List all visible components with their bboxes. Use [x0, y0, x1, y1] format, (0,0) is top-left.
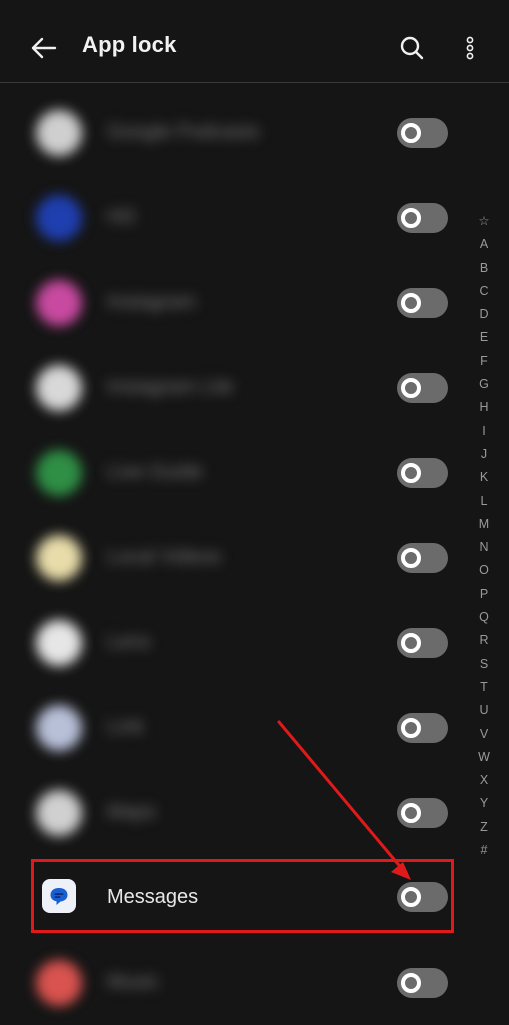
lock-toggle[interactable]	[397, 118, 448, 148]
index-letter[interactable]: J	[472, 443, 496, 466]
index-letter[interactable]: C	[472, 280, 496, 303]
back-button[interactable]	[26, 30, 62, 66]
chat-bubble-icon	[50, 888, 68, 905]
index-letter[interactable]: S	[472, 653, 496, 676]
lock-toggle[interactable]	[397, 203, 448, 233]
app-row-8[interactable]: Maps	[0, 770, 470, 855]
index-letter[interactable]: X	[472, 769, 496, 792]
app-row-2[interactable]: Instagram	[0, 260, 470, 345]
index-letter[interactable]: F	[472, 350, 496, 373]
lock-toggle[interactable]	[397, 373, 448, 403]
app-icon	[36, 365, 82, 411]
app-name: Maps	[107, 801, 156, 823]
index-letter[interactable]: E	[472, 326, 496, 349]
page-title: App lock	[82, 32, 177, 57]
search-icon	[400, 36, 424, 60]
app-icon	[36, 960, 82, 1006]
app-row-6[interactable]: Lens	[0, 600, 470, 685]
search-button[interactable]	[394, 30, 430, 66]
index-letter[interactable]: M	[472, 513, 496, 536]
index-letter[interactable]: G	[472, 373, 496, 396]
index-hash[interactable]: #	[472, 839, 496, 862]
app-icon	[36, 280, 82, 326]
index-letter[interactable]: U	[472, 699, 496, 722]
app-icon	[36, 705, 82, 751]
app-row-7[interactable]: Link	[0, 685, 470, 770]
lock-toggle[interactable]	[397, 288, 448, 318]
lock-toggle[interactable]	[397, 628, 448, 658]
lock-toggle[interactable]	[397, 543, 448, 573]
toggle-knob	[401, 463, 421, 483]
index-letter[interactable]: D	[472, 303, 496, 326]
index-letter[interactable]: T	[472, 676, 496, 699]
alphabet-index[interactable]: ☆ A B C D E F G H I J K L M N O P Q R S …	[472, 210, 496, 862]
index-letter[interactable]: A	[472, 233, 496, 256]
index-letter[interactable]: L	[472, 490, 496, 513]
app-icon	[36, 110, 82, 156]
index-letter[interactable]: V	[472, 723, 496, 746]
app-icon	[36, 790, 82, 836]
app-name: Instagram	[107, 291, 196, 313]
app-row-10[interactable]: Music	[0, 940, 470, 1025]
toggle-knob	[401, 548, 421, 568]
toggle-knob	[401, 123, 421, 143]
app-name: Local Videos	[107, 546, 222, 568]
toggle-knob	[401, 803, 421, 823]
app-name: Instagram Lite	[107, 376, 234, 398]
app-icon	[36, 195, 82, 241]
app-name-messages: Messages	[107, 886, 199, 908]
toggle-knob	[401, 887, 421, 907]
app-name: Music	[107, 971, 160, 993]
app-name: Lens	[107, 631, 151, 653]
index-favorites[interactable]: ☆	[472, 210, 496, 233]
app-name: Live Guide	[107, 461, 203, 483]
app-row-5[interactable]: Local Videos	[0, 515, 470, 600]
index-letter[interactable]: H	[472, 396, 496, 419]
lock-toggle[interactable]	[397, 968, 448, 998]
toggle-knob	[401, 718, 421, 738]
index-letter[interactable]: B	[472, 257, 496, 280]
index-letter[interactable]: N	[472, 536, 496, 559]
app-row-0[interactable]: Google Podcasts	[0, 90, 470, 175]
toggle-knob	[401, 633, 421, 653]
index-letter[interactable]: W	[472, 746, 496, 769]
messages-app-icon	[42, 879, 76, 913]
app-row-1[interactable]: HD	[0, 175, 470, 260]
index-letter[interactable]: I	[472, 420, 496, 443]
index-letter[interactable]: O	[472, 559, 496, 582]
top-app-bar: App lock	[0, 0, 509, 83]
index-letter[interactable]: P	[472, 583, 496, 606]
index-letter[interactable]: Q	[472, 606, 496, 629]
lock-toggle[interactable]	[397, 458, 448, 488]
lock-toggle[interactable]	[397, 798, 448, 828]
app-row-messages[interactable]: Messages	[0, 855, 470, 940]
back-arrow-icon	[31, 37, 57, 59]
app-name: Google Podcasts	[107, 121, 260, 143]
app-row-4[interactable]: Live Guide	[0, 430, 470, 515]
index-letter[interactable]: K	[472, 466, 496, 489]
more-vertical-icon	[466, 36, 474, 60]
app-name: HD	[107, 206, 136, 228]
app-row-3[interactable]: Instagram Lite	[0, 345, 470, 430]
toggle-knob	[401, 293, 421, 313]
lock-toggle[interactable]	[397, 713, 448, 743]
toggle-knob	[401, 378, 421, 398]
app-icon	[36, 535, 82, 581]
messages-lock-toggle[interactable]	[397, 882, 448, 912]
index-letter[interactable]: R	[472, 629, 496, 652]
toggle-knob	[401, 208, 421, 228]
app-name: Link	[107, 716, 144, 738]
app-icon	[36, 450, 82, 496]
app-icon	[36, 620, 82, 666]
index-letter[interactable]: Z	[472, 816, 496, 839]
index-letter[interactable]: Y	[472, 792, 496, 815]
toggle-knob	[401, 973, 421, 993]
more-options-button[interactable]	[455, 30, 485, 66]
